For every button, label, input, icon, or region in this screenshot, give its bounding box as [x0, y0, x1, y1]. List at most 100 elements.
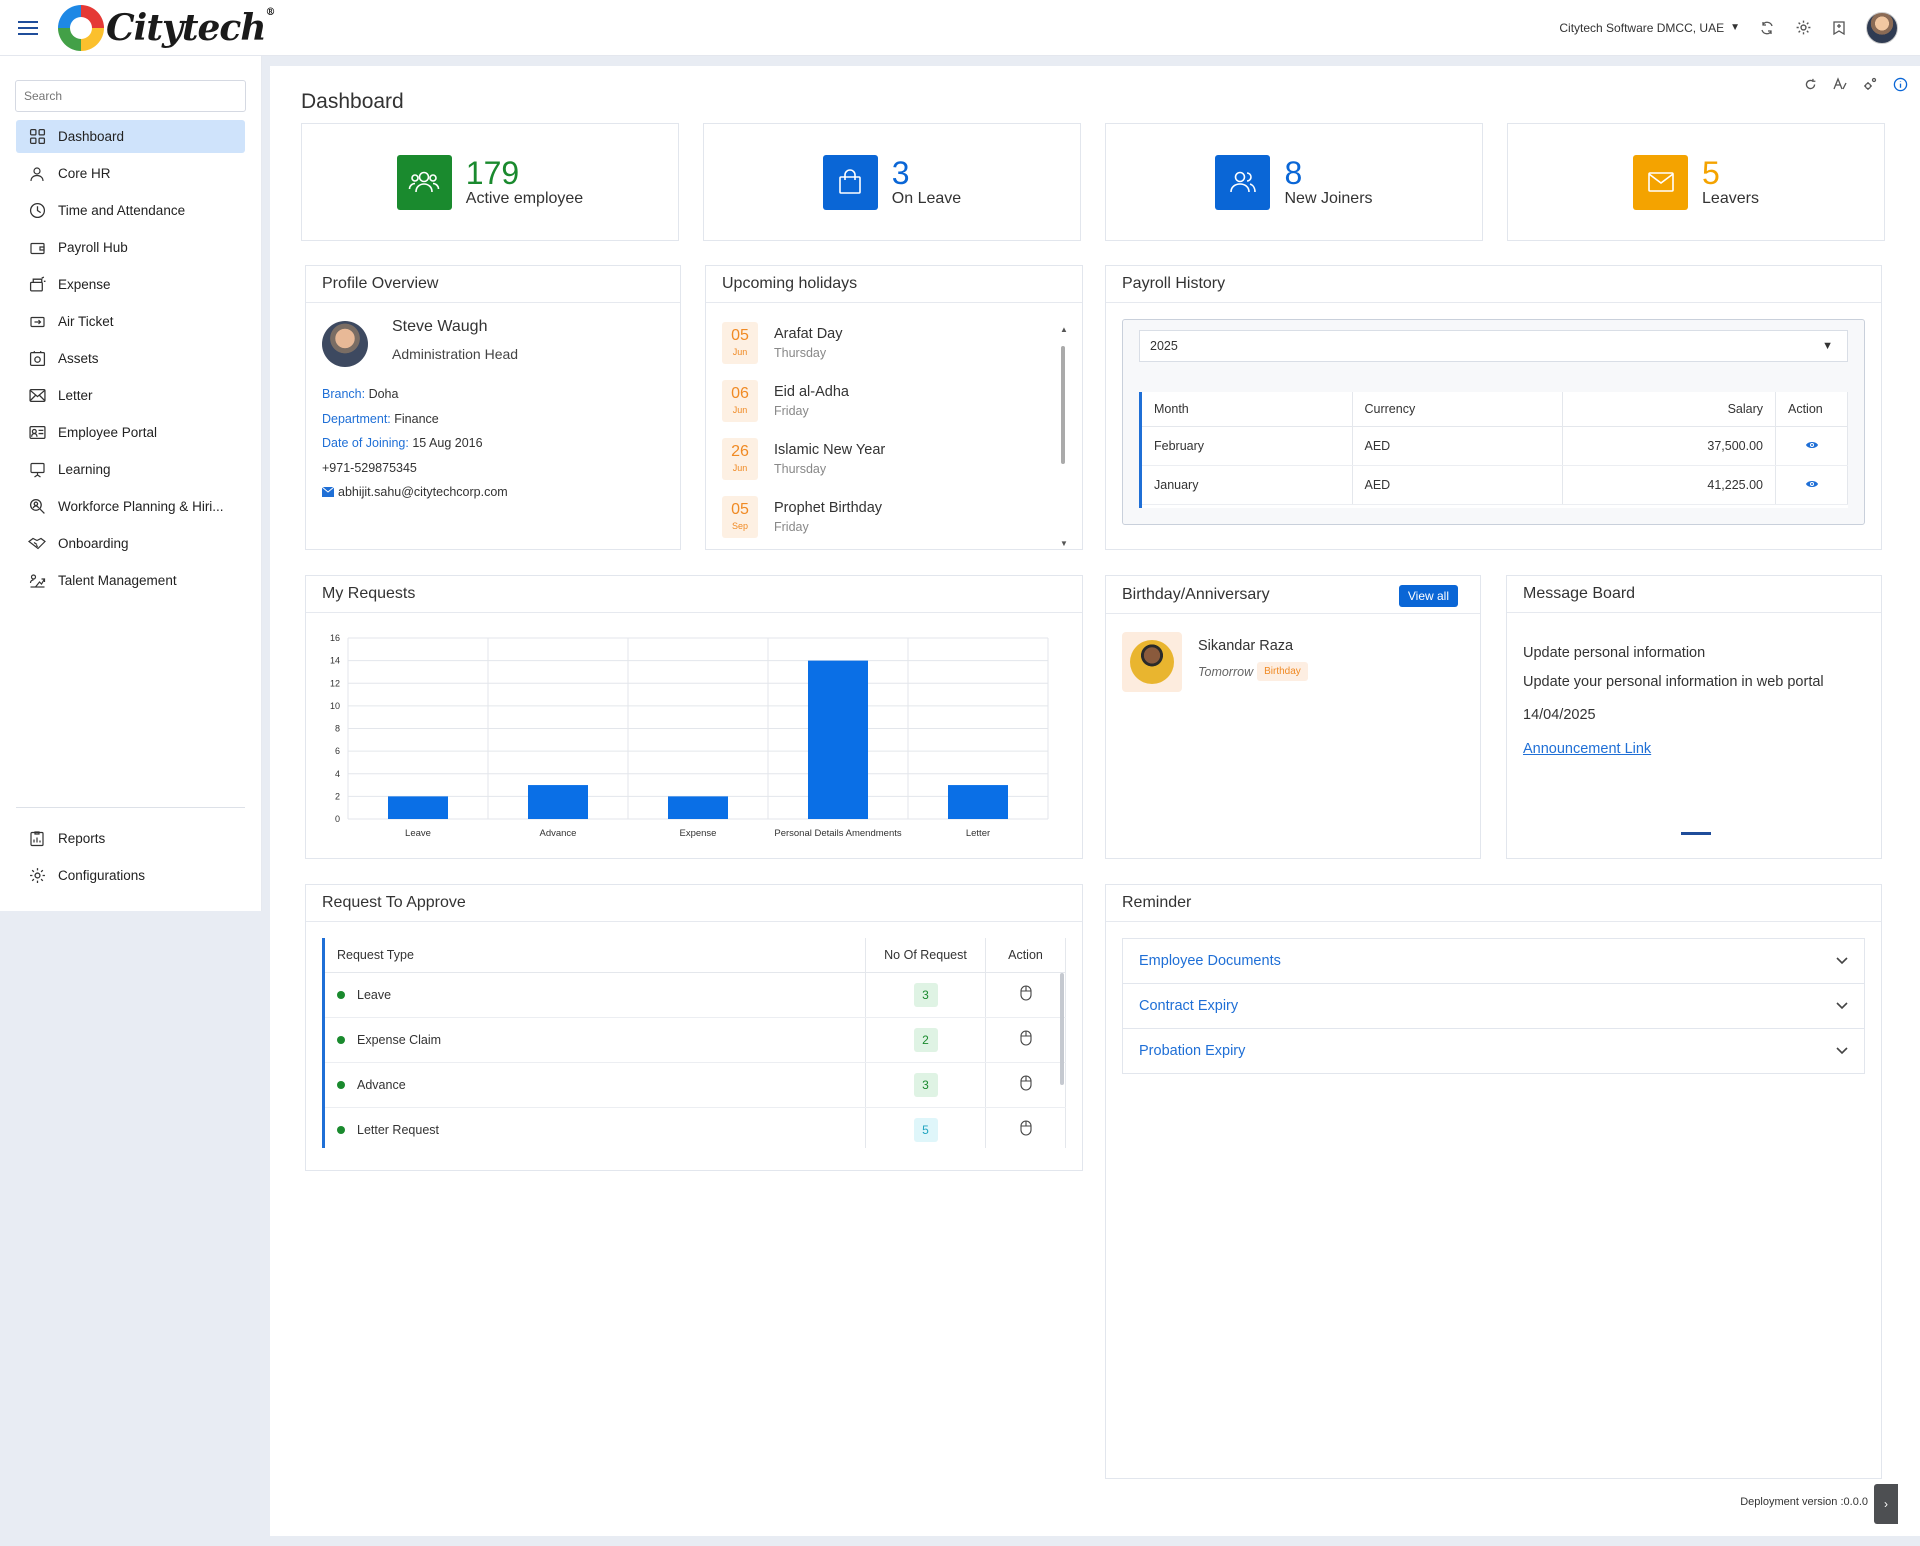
sidebar-item-label: Letter	[58, 388, 93, 403]
profile-email[interactable]: abhijit.sahu@citytechcorp.com	[322, 480, 508, 505]
kpi-leavers-value: 5	[1702, 155, 1720, 191]
view-eye-icon[interactable]	[1805, 479, 1819, 489]
bar-advance	[528, 785, 588, 819]
holiday-weekday: Friday	[774, 404, 809, 418]
payroll-currency: AED	[1352, 465, 1563, 505]
sidebar-item-label: Talent Management	[58, 573, 177, 588]
carousel-indicator[interactable]	[1681, 832, 1711, 835]
x-tick-label: Personal Details Amendments	[774, 828, 902, 839]
assets-icon	[28, 350, 46, 368]
sidebar-item-payroll-hub[interactable]: Payroll Hub	[16, 231, 245, 264]
reminder-employee-documents[interactable]: Employee Documents	[1122, 938, 1865, 984]
sidebar-item-workforce-planning-hiri[interactable]: Workforce Planning & Hiri...	[16, 490, 245, 523]
x-tick-label: Expense	[680, 828, 717, 839]
caret-down-icon: ▼	[1822, 340, 1833, 352]
sidebar-item-learning[interactable]: Learning	[16, 453, 245, 486]
birthday-badge: Birthday	[1257, 662, 1308, 681]
kpi-card-on-leave[interactable]: 3 On Leave	[703, 123, 1081, 241]
sidebar-item-letter[interactable]: Letter	[16, 379, 245, 412]
sidebar-item-expense[interactable]: Expense	[16, 268, 245, 301]
kpi-card-active[interactable]: 179 Active employee	[301, 123, 679, 241]
payroll-month: February	[1142, 426, 1353, 466]
bar-leave	[388, 796, 448, 819]
side-panel-toggle-icon[interactable]: ›	[1874, 1484, 1898, 1524]
sidebar-item-configurations[interactable]: Configurations	[16, 859, 245, 892]
sidebar-search-input[interactable]	[24, 89, 237, 103]
request-approve-title: Request To Approve	[306, 885, 1082, 922]
payroll-year-select[interactable]: 2025 ▼	[1139, 330, 1848, 362]
refresh-icon[interactable]	[1802, 76, 1818, 92]
status-dot-icon	[337, 1126, 345, 1135]
kpi-card-new-joiners[interactable]: 8 New Joiners	[1105, 123, 1483, 241]
sidebar-item-reports[interactable]: Reports	[16, 822, 245, 855]
payroll-table: Month Currency Salary Action February AED…	[1139, 392, 1848, 508]
kpi-new-joiners-label: New Joiners	[1284, 190, 1373, 207]
holidays-scrollbar[interactable]: ▲ ▼	[1060, 326, 1068, 554]
payroll-currency: AED	[1352, 426, 1563, 466]
sidebar-item-core-hr[interactable]: Core HR	[16, 157, 245, 190]
table-row: Leave 3	[325, 972, 1066, 1018]
y-tick-label: 4	[335, 769, 340, 779]
birthday-card: Birthday/Anniversary View all Sikandar R…	[1105, 575, 1481, 859]
click-mouse-icon[interactable]	[1019, 1030, 1032, 1046]
scroll-up-icon[interactable]: ▲	[1060, 326, 1068, 334]
click-mouse-icon[interactable]	[1019, 1120, 1032, 1136]
sidebar-item-onboarding[interactable]: Onboarding	[16, 527, 245, 560]
reminder-label: Employee Documents	[1139, 953, 1281, 969]
col-approve-action: Action	[985, 938, 1066, 973]
users-icon	[1215, 154, 1271, 210]
profile-department: Department: Finance	[322, 411, 439, 426]
upcoming-holidays-card: Upcoming holidays 05 Jun Arafat Day Thursda…	[705, 265, 1083, 550]
sidebar-item-assets[interactable]: Assets	[16, 342, 245, 375]
table-row: Expense Claim 2	[325, 1017, 1066, 1063]
settings-icon[interactable]	[1794, 19, 1812, 37]
sidebar: Dashboard Core HR Time and Attendance Payro…	[0, 56, 262, 911]
sidebar-item-air-ticket[interactable]: Air Ticket	[16, 305, 245, 338]
profile-name: Steve Waugh	[392, 318, 488, 335]
message-board-card: Message Board Update personal informatio…	[1506, 575, 1882, 859]
click-mouse-icon[interactable]	[1019, 1075, 1032, 1091]
sidebar-search[interactable]	[15, 80, 246, 112]
bar-letter	[948, 785, 1008, 819]
menu-toggle-icon[interactable]	[0, 0, 56, 56]
scroll-down-icon[interactable]: ▼	[1060, 540, 1068, 548]
request-count-badge[interactable]: 3	[913, 1072, 938, 1097]
mail-icon	[1633, 154, 1689, 210]
announcement-link[interactable]: Announcement Link	[1523, 741, 1651, 757]
approve-scrollbar[interactable]	[1060, 973, 1064, 1085]
sidebar-item-talent-management[interactable]: Talent Management	[16, 564, 245, 597]
font-size-icon[interactable]	[1832, 76, 1848, 92]
request-count-cell: 5	[865, 1107, 986, 1148]
click-mouse-icon[interactable]	[1019, 985, 1032, 1001]
view-eye-icon[interactable]	[1805, 440, 1819, 450]
request-count-badge[interactable]: 2	[913, 1027, 938, 1052]
sidebar-item-time-and-attendance[interactable]: Time and Attendance	[16, 194, 245, 227]
reminder-label: Probation Expiry	[1139, 1043, 1246, 1059]
request-count-badge[interactable]: 3	[913, 982, 938, 1007]
bookmark-icon[interactable]	[1830, 19, 1848, 37]
request-count-badge[interactable]: 5	[913, 1117, 938, 1142]
profile-doj: Date of Joining: 15 Aug 2016	[322, 436, 483, 450]
view-all-button[interactable]: View all	[1398, 585, 1458, 607]
user-avatar[interactable]	[1866, 11, 1898, 44]
sidebar-item-employee-portal[interactable]: Employee Portal	[16, 416, 245, 449]
reminder-contract-expiry[interactable]: Contract Expiry	[1122, 983, 1865, 1029]
profile-overview-title: Profile Overview	[306, 266, 680, 303]
logo-ring-icon	[58, 4, 104, 51]
refresh-icon[interactable]	[1758, 19, 1776, 37]
request-action-cell	[985, 1062, 1066, 1108]
reminder-probation-expiry[interactable]: Probation Expiry	[1122, 1028, 1865, 1074]
brand-logo[interactable]: Citytech®	[58, 4, 276, 51]
info-icon[interactable]	[1892, 76, 1908, 92]
kpi-card-leavers[interactable]: 5 Leavers	[1507, 123, 1885, 241]
col-currency: Currency	[1352, 392, 1563, 427]
sidebar-item-dashboard[interactable]: Dashboard	[16, 120, 245, 153]
col-no-of-request: No Of Request	[865, 938, 986, 973]
sidebar-item-label: Workforce Planning & Hiri...	[58, 499, 224, 514]
company-selector[interactable]: Citytech Software DMCC, UAE ▼	[1559, 21, 1740, 35]
reminder-title: Reminder	[1106, 885, 1881, 922]
y-tick-label: 2	[335, 791, 340, 801]
holiday-item: 06 Jun Eid al-Adha Friday	[722, 372, 1062, 430]
page-title: Dashboard	[301, 90, 404, 113]
customize-icon[interactable]	[1862, 76, 1878, 92]
